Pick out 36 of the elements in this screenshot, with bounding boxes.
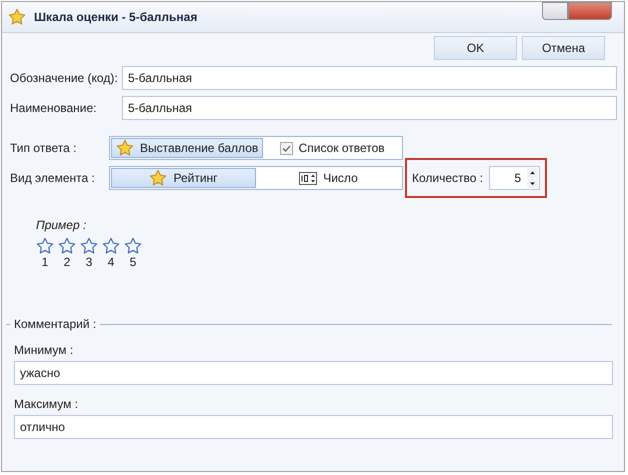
field-label: Количество : (412, 171, 484, 185)
rating-star-icon (124, 237, 142, 255)
field-label: Наименование: (10, 101, 98, 115)
toggle-option[interactable]: Число (256, 168, 401, 188)
input-field[interactable]: ужасно (14, 361, 613, 385)
window-star-icon (8, 8, 26, 26)
checkbox-icon (280, 142, 293, 154)
toggle-option[interactable]: Выставление баллов (111, 138, 264, 158)
dialog-button[interactable]: OK (434, 36, 517, 60)
rating-star-icon (36, 237, 54, 255)
number-spinner-icon (299, 172, 318, 184)
rating-star-icon (58, 237, 76, 255)
dialog-button[interactable]: Отмена (522, 36, 605, 60)
star-icon (116, 139, 134, 157)
star-number: 4 (106, 255, 116, 269)
field-label: Минимум : (14, 343, 74, 357)
field-label: Тип ответа : (10, 141, 78, 155)
field-label: Обозначение (код): (10, 71, 119, 85)
star-number: 2 (62, 255, 72, 269)
rating-star-icon (80, 237, 98, 255)
rating-star-icon (102, 237, 120, 255)
input-field[interactable]: 5-балльная (122, 66, 617, 90)
star-number: 1 (40, 255, 50, 269)
star-number: 5 (128, 255, 138, 269)
input-field[interactable]: отлично (14, 415, 613, 439)
group-legend: Комментарий : (14, 317, 96, 331)
star-number: 3 (84, 255, 94, 269)
field-label: Максимум : (14, 397, 80, 411)
input-field[interactable]: 5-балльная (122, 96, 617, 120)
toggle-option[interactable]: Рейтинг (111, 168, 256, 188)
field-label: Вид элемента : (10, 171, 96, 185)
example-label: Пример : (36, 218, 88, 232)
window-title: Шкала оценки - 5-балльная (34, 10, 198, 24)
toggle-option[interactable]: Список ответов (263, 138, 401, 158)
star-icon (149, 169, 168, 187)
restore-button[interactable] (542, 2, 568, 20)
